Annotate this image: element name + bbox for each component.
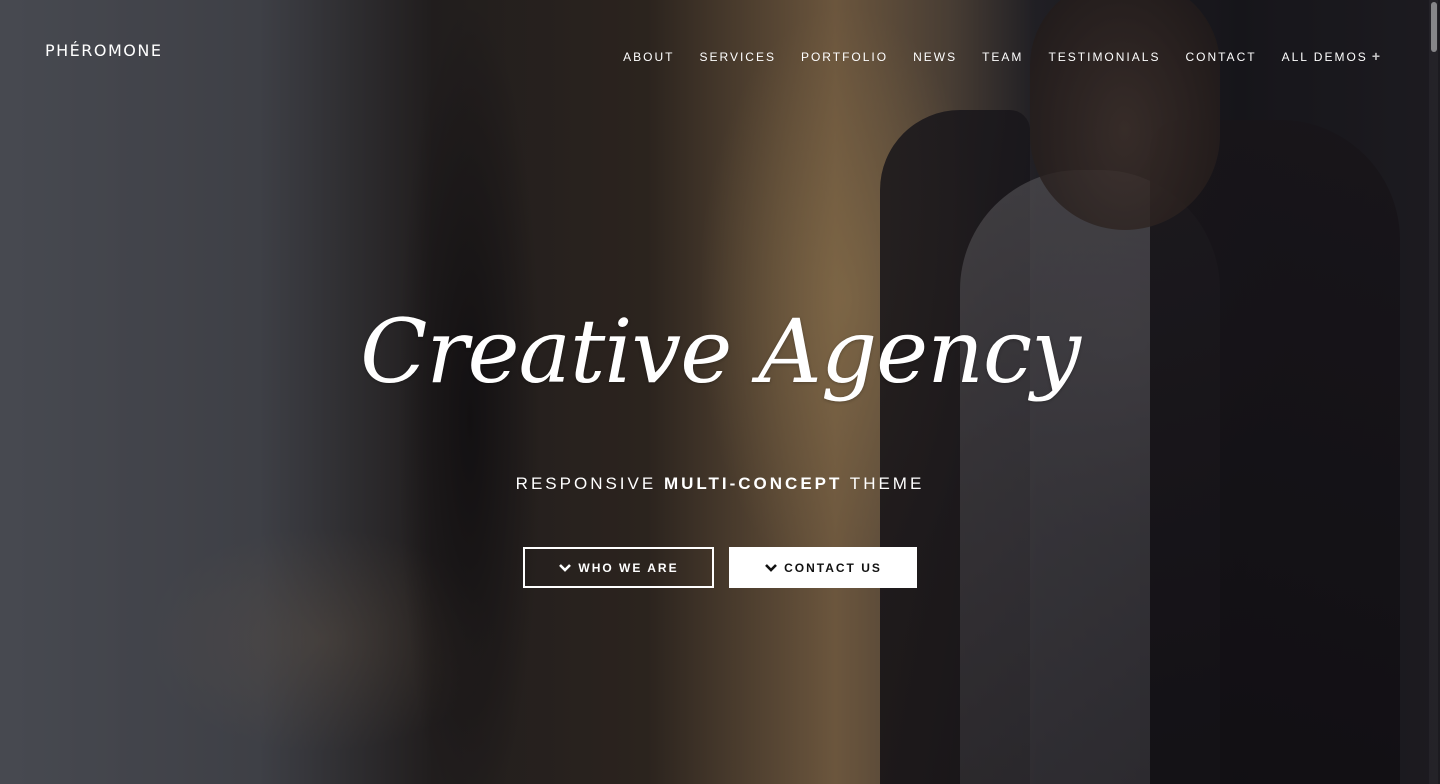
hero-subtitle: RESPONSIVE MULTI-CONCEPT THEME [0, 472, 1440, 496]
nav-item-services[interactable]: SERVICES [700, 49, 776, 65]
nav-item-team[interactable]: TEAM [982, 49, 1023, 65]
plus-icon: + [1371, 48, 1382, 64]
nav-item-contact[interactable]: CONTACT [1185, 49, 1256, 65]
site-logo[interactable]: PHÉROMONE [45, 41, 162, 60]
chevron-down-icon [558, 563, 572, 573]
nav-item-all-demos-label: ALL DEMOS [1281, 50, 1368, 64]
nav-item-news[interactable]: NEWS [913, 49, 957, 65]
scrollbar-track[interactable] [1429, 0, 1438, 784]
scrollbar-thumb[interactable] [1431, 2, 1437, 52]
who-we-are-button-label: WHO WE ARE [578, 560, 679, 575]
nav-item-portfolio[interactable]: PORTFOLIO [801, 49, 888, 65]
who-we-are-button[interactable]: WHO WE ARE [523, 547, 714, 588]
nav-item-all-demos[interactable]: ALL DEMOS + [1282, 48, 1382, 65]
nav-item-about[interactable]: ABOUT [623, 49, 674, 65]
hero-title: Creative Agency [360, 300, 1081, 403]
hero-subtitle-post: THEME [842, 474, 925, 493]
nav-item-testimonials[interactable]: TESTIMONIALS [1048, 49, 1160, 65]
contact-us-button-label: CONTACT US [784, 560, 882, 575]
hero-subtitle-pre: RESPONSIVE [515, 474, 664, 493]
chevron-down-icon [764, 563, 778, 573]
hero-subtitle-bold: MULTI-CONCEPT [663, 474, 843, 493]
contact-us-button[interactable]: CONTACT US [729, 547, 917, 588]
hero-section: PHÉROMONE ABOUT SERVICES PORTFOLIO NEWS … [0, 0, 1440, 784]
main-nav: ABOUT SERVICES PORTFOLIO NEWS TEAM TESTI… [598, 48, 1382, 65]
